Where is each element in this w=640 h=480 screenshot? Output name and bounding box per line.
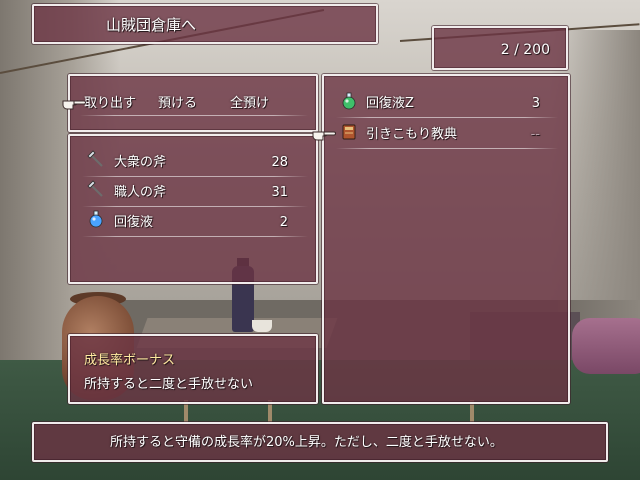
storage-item-count: --	[530, 127, 540, 142]
storage-item-count: 3	[531, 96, 540, 111]
party-item-list: 大衆の斧 28 職人の斧 31 回復液 2	[68, 134, 318, 284]
cup	[252, 320, 272, 332]
item-detail-window: 成長率ボーナス 所持すると二度と手放せない	[68, 334, 318, 404]
divider	[336, 148, 558, 149]
party-item-count: 2	[279, 215, 288, 230]
title-window: 山賊団倉庫へ	[32, 4, 378, 44]
command-deposit-all[interactable]: 全預け	[230, 97, 269, 110]
party-item-count: 31	[271, 185, 288, 200]
capacity-window: 2 / 200	[432, 26, 568, 70]
divider	[336, 117, 558, 118]
storage-capacity: 2 / 200	[500, 42, 550, 58]
axe-icon	[87, 150, 103, 167]
storage-item-list: 回復液Z 3 引きこもり教典 --	[322, 74, 570, 404]
command-deposit[interactable]: 預ける	[158, 97, 197, 110]
divider	[82, 176, 308, 177]
pointing-hand-icon	[312, 131, 336, 141]
help-window: 所持すると守備の成長率が20%上昇。ただし、二度と手放せない。	[32, 422, 608, 462]
help-text: 所持すると守備の成長率が20%上昇。ただし、二度と手放せない。	[110, 435, 503, 450]
party-item-name[interactable]: 大衆の斧	[114, 156, 166, 169]
pointing-hand-icon	[62, 100, 86, 110]
command-withdraw[interactable]: 取り出す	[84, 97, 136, 110]
party-item-name[interactable]: 職人の斧	[114, 186, 166, 199]
window-title: 山賊団倉庫へ	[106, 16, 197, 34]
divider	[82, 236, 308, 237]
potion-icon	[89, 210, 103, 228]
storage-item-name[interactable]: 引きこもり教典	[366, 128, 457, 141]
command-window: 取り出す 預ける 全預け	[68, 74, 318, 132]
detail-text: 所持すると二度と手放せない	[84, 377, 254, 392]
storage-item-name[interactable]: 回復液Z	[366, 97, 414, 110]
axe-icon	[87, 180, 103, 197]
cushion	[572, 318, 640, 374]
party-item-name[interactable]: 回復液	[114, 216, 153, 229]
detail-heading: 成長率ボーナス	[84, 353, 176, 368]
divider	[82, 206, 308, 207]
potion-icon	[342, 92, 356, 110]
book-icon	[342, 124, 356, 140]
party-item-count: 28	[271, 155, 288, 170]
divider	[80, 115, 308, 116]
